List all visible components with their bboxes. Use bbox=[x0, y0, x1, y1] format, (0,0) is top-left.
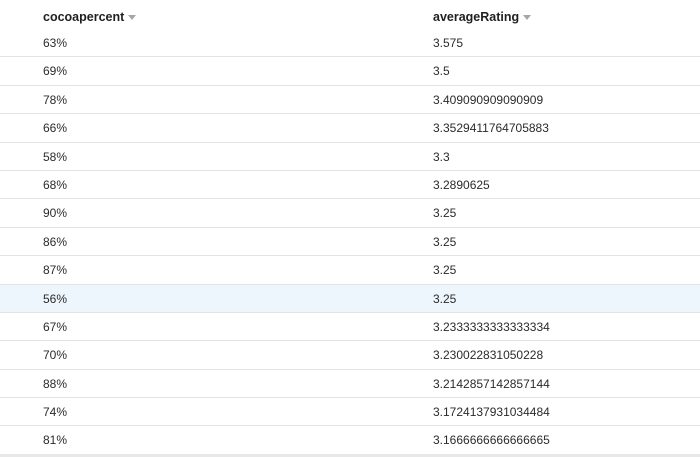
cell-cocoapercent: 70% bbox=[43, 348, 68, 363]
cell-averagerating: 3.25 bbox=[433, 206, 457, 221]
table-row[interactable]: 81% 3.1666666666666665 bbox=[0, 426, 700, 455]
cell-averagerating: 3.25 bbox=[433, 291, 457, 306]
table-row[interactable]: 63% 3.575 bbox=[0, 29, 700, 58]
cell-averagerating: 3.5 bbox=[433, 64, 450, 79]
column-header-averagerating[interactable]: averageRating bbox=[433, 10, 532, 24]
table-row[interactable]: 69% 3.5 bbox=[0, 57, 700, 86]
cell-cocoapercent: 69% bbox=[43, 64, 68, 79]
cell-cocoapercent: 68% bbox=[43, 177, 68, 192]
table-row[interactable]: 58% 3.3 bbox=[0, 143, 700, 171]
table-body: 63% 3.575 69% 3.5 78% 3.409090909090909 66% 3.3… bbox=[0, 29, 700, 455]
table-row[interactable]: 86% 3.25 bbox=[0, 228, 700, 257]
cell-averagerating: 3.2333333333333334 bbox=[433, 319, 550, 334]
table-row[interactable]: 88% 3.2142857142857144 bbox=[0, 370, 700, 399]
cell-cocoapercent: 74% bbox=[43, 405, 68, 420]
cell-averagerating: 3.575 bbox=[433, 36, 464, 50]
cell-averagerating: 3.3 bbox=[433, 149, 450, 164]
cell-averagerating: 3.3529411764705883 bbox=[433, 121, 549, 136]
cell-cocoapercent: 87% bbox=[43, 263, 68, 278]
cell-cocoapercent: 58% bbox=[43, 149, 68, 164]
cell-cocoapercent: 88% bbox=[43, 376, 68, 391]
table-row[interactable]: 78% 3.409090909090909 bbox=[0, 86, 700, 115]
caret-down-icon[interactable] bbox=[128, 15, 137, 20]
cell-averagerating: 3.2890625 bbox=[433, 177, 490, 192]
caret-down-icon[interactable] bbox=[523, 15, 532, 20]
cell-averagerating: 3.25 bbox=[433, 234, 457, 249]
table-row[interactable]: 90% 3.25 bbox=[0, 199, 700, 228]
cell-cocoapercent: 66% bbox=[43, 121, 68, 136]
cell-cocoapercent: 78% bbox=[43, 92, 68, 107]
cell-averagerating: 3.2142857142857144 bbox=[433, 376, 550, 391]
cell-averagerating: 3.1666666666666665 bbox=[433, 433, 550, 448]
cell-cocoapercent: 56% bbox=[43, 291, 68, 306]
table-row[interactable]: 68% 3.2890625 bbox=[0, 171, 700, 200]
column-header-label: averageRating bbox=[433, 10, 520, 24]
cell-averagerating: 3.1724137931034484 bbox=[433, 405, 550, 420]
results-table: cocoapercent averageRating 63% 3.575 69% 3.… bbox=[0, 0, 700, 457]
table-row[interactable]: 67% 3.2333333333333334 bbox=[0, 313, 700, 342]
cell-averagerating: 3.25 bbox=[433, 263, 457, 278]
table-row[interactable]: 66% 3.3529411764705883 bbox=[0, 114, 700, 143]
column-header-label: cocoapercent bbox=[43, 10, 125, 24]
table-row[interactable]: 87% 3.25 bbox=[0, 256, 700, 285]
cell-cocoapercent: 90% bbox=[43, 206, 68, 221]
cell-averagerating: 3.230022831050228 bbox=[433, 348, 544, 363]
cell-cocoapercent: 86% bbox=[43, 234, 68, 249]
cell-cocoapercent: 67% bbox=[43, 319, 68, 334]
table-row[interactable]: 70% 3.230022831050228 bbox=[0, 341, 700, 370]
column-header-cocoapercent[interactable]: cocoapercent bbox=[43, 10, 137, 24]
table-row[interactable]: 56% 3.25 bbox=[0, 284, 700, 313]
table-row[interactable]: 74% 3.1724137931034484 bbox=[0, 398, 700, 427]
cell-cocoapercent: 63% bbox=[43, 36, 68, 50]
cell-averagerating: 3.409090909090909 bbox=[433, 92, 544, 107]
cell-cocoapercent: 81% bbox=[43, 433, 68, 448]
